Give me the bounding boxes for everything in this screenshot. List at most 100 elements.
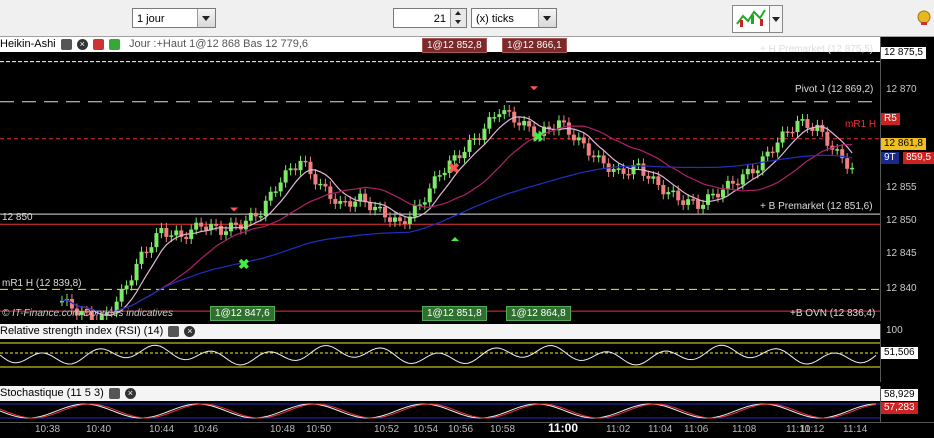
chart-type-button[interactable]: [732, 5, 770, 33]
stoch-panel-header: Stochastique (11 5 3) ×: [0, 386, 880, 401]
time-axis-label: 10:46: [193, 424, 219, 435]
trade-tag-bottom-3[interactable]: 1@12 864,8: [506, 306, 571, 321]
candle: [492, 117, 497, 119]
sell-arrow-icon: [530, 86, 538, 91]
time-axis-label: 11:02: [606, 424, 631, 435]
level-label-b-premarket: + B Premarket (12 851,6): [760, 201, 873, 212]
candle: [616, 168, 621, 170]
candle: [502, 110, 507, 115]
candle: [681, 200, 686, 205]
candle: [720, 189, 725, 198]
chevron-down-icon[interactable]: [197, 9, 215, 27]
candle: [790, 131, 795, 134]
candle: [517, 122, 522, 126]
candle: [666, 192, 671, 195]
candle: [760, 156, 765, 171]
candle: [248, 212, 253, 221]
chart-type-dropdown[interactable]: [769, 5, 783, 33]
copyright: © IT-Finance.com Données indicatives: [2, 308, 173, 319]
candle: [129, 280, 134, 286]
candle: [561, 120, 566, 123]
candle: [621, 168, 626, 174]
sell-cross-icon: ✖: [448, 160, 460, 176]
time-axis-label: 10:40: [86, 424, 112, 435]
stoch-panel-title: Stochastique (11 5 3): [0, 387, 104, 399]
candle: [273, 191, 278, 193]
time-axis-label: 10:38: [35, 424, 61, 435]
candle: [328, 186, 333, 199]
price-chart[interactable]: ✖ ✖ ✖: [0, 52, 880, 320]
chart-type-icon: [736, 9, 766, 27]
ticks-unit-select[interactable]: (x) ticks: [471, 8, 557, 28]
axis-label-premarket: 12 875,5: [881, 47, 926, 59]
candle: [308, 161, 313, 175]
candle: [586, 143, 591, 156]
level-label-b-ovn: +B OVN (12 836,4): [790, 308, 876, 319]
candle: [253, 212, 258, 217]
rsi-line: [0, 344, 877, 366]
period-select[interactable]: 1 jour: [132, 8, 216, 28]
upload-icon[interactable]: [108, 38, 120, 50]
candle: [258, 216, 263, 218]
candle: [815, 124, 820, 132]
candle: [427, 188, 432, 203]
candle: [691, 199, 696, 201]
close-icon[interactable]: ×: [76, 38, 88, 50]
stoch-chart[interactable]: [0, 401, 880, 421]
candle: [243, 220, 248, 230]
candle: [780, 131, 785, 143]
candle: [387, 217, 392, 222]
candle: [353, 201, 358, 207]
candle: [278, 182, 283, 192]
time-axis-label: 11:04: [648, 424, 673, 435]
trade-tag-top-2[interactable]: 1@12 866,1: [502, 38, 567, 53]
candle: [119, 289, 124, 302]
candle: [805, 119, 810, 128]
candle: [368, 202, 373, 211]
candle: [820, 124, 825, 132]
rsi-chart[interactable]: [0, 339, 880, 381]
ticks-stepper[interactable]: 21: [393, 8, 467, 28]
rsi-value: 51,506: [881, 347, 918, 359]
alert-icon[interactable]: [912, 7, 934, 31]
close-icon[interactable]: ×: [184, 325, 196, 337]
level-label-h-premarket: + H Premarket (12 875,5): [760, 44, 874, 55]
axis-badge-low: 859,5: [903, 152, 934, 164]
candle: [487, 117, 492, 129]
candle: [507, 110, 512, 112]
time-axis-label: 11:14: [843, 424, 868, 435]
candle: [462, 151, 467, 159]
time-axis-label: 10:56: [448, 424, 474, 435]
candle: [333, 198, 338, 204]
stepper-down-icon[interactable]: [450, 18, 466, 27]
candle: [174, 230, 179, 236]
rsi-panel-header: Relative strength index (RSI) (14) ×: [0, 324, 880, 339]
candle: [656, 176, 661, 185]
candle: [845, 158, 850, 169]
price-axis[interactable]: [880, 37, 934, 321]
candle: [850, 167, 855, 170]
wrench-icon[interactable]: [108, 387, 120, 399]
candle: [785, 131, 790, 133]
ticks-unit-value: (x) ticks: [476, 13, 514, 25]
time-axis-label: 10:50: [306, 424, 332, 435]
close-icon[interactable]: ×: [124, 387, 136, 399]
toolbar: 1 jour 21 (x) ticks: [0, 0, 934, 37]
level-label-mr1: mR1 H: [845, 119, 877, 130]
wrench-icon[interactable]: [60, 38, 72, 50]
time-axis-label: 10:44: [149, 424, 175, 435]
level-label-pivot: Pivot J (12 869,2): [795, 84, 874, 95]
candle: [750, 168, 755, 174]
download-icon[interactable]: [92, 38, 104, 50]
trade-tag-bottom-2[interactable]: 1@12 851,8: [422, 306, 487, 321]
trade-tag-top-1[interactable]: 1@12 852,8: [422, 38, 487, 53]
chevron-down-icon: [772, 17, 780, 22]
chevron-down-icon[interactable]: [538, 9, 556, 27]
wrench-icon[interactable]: [168, 325, 180, 337]
ma-fast-line: [61, 116, 853, 316]
candle: [397, 217, 402, 222]
trade-tag-bottom-1[interactable]: 1@12 847,6: [210, 306, 275, 321]
candle: [288, 168, 293, 171]
candle: [651, 176, 656, 179]
level-label-12850: 12 850: [2, 212, 33, 223]
